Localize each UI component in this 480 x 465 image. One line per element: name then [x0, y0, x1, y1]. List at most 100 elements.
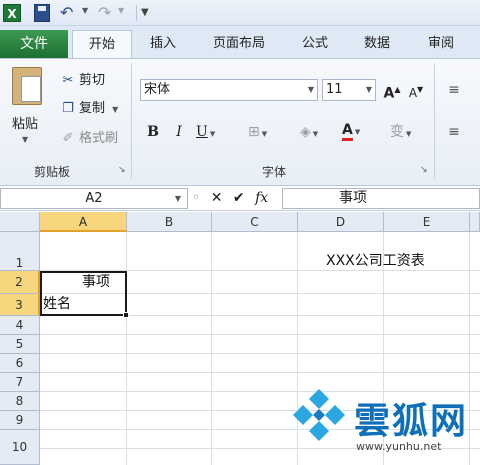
name-box[interactable]: A2 ▼ [0, 188, 188, 209]
undo-dropdown-icon[interactable]: ▼ [82, 6, 88, 15]
paste-icon[interactable] [12, 67, 42, 105]
tab-page-layout[interactable]: 页面布局 [200, 30, 278, 58]
format-painter-button[interactable]: ✐ 格式刷 [60, 129, 118, 149]
brush-icon: ✐ [62, 131, 74, 146]
grow-font-button[interactable]: A▲ [382, 79, 402, 102]
underline-icon: U [196, 124, 208, 140]
expand-icon[interactable]: ◦ [192, 188, 200, 209]
cancel-icon[interactable]: ✕ [211, 188, 223, 209]
qat-separator [136, 5, 137, 21]
gridline [40, 334, 480, 335]
phonetic-icon: 变 [390, 124, 404, 140]
copy-icon: ❐ [62, 101, 74, 116]
redo-dropdown-icon[interactable]: ▼ [118, 6, 124, 15]
row-header-5[interactable]: 5 [0, 335, 40, 354]
font-launcher-icon[interactable]: ↘ [420, 165, 428, 175]
formula-bar-buttons: ◦ ✕ ✔ fx [192, 188, 274, 209]
scissors-icon: ✂ [62, 73, 74, 88]
row-header-3[interactable]: 3 [0, 294, 40, 316]
tab-file[interactable]: 文件 [0, 30, 68, 58]
row-header-9[interactable]: 9 [0, 411, 40, 430]
font-group-label: 字体 [262, 165, 287, 179]
quick-access-toolbar: X ↶ ▼ ↷ ▼ ▼ [0, 0, 480, 26]
borders-icon: ⊞ [248, 124, 260, 140]
font-name-select[interactable]: 宋体 ▼ [140, 79, 318, 101]
column-header-d[interactable]: D [298, 212, 384, 232]
italic-button[interactable]: I [170, 121, 188, 143]
cut-label: 剪切 [79, 73, 106, 88]
font-name-value: 宋体 [144, 82, 171, 97]
undo-icon[interactable]: ↶ [60, 4, 78, 22]
font-size-value: 11 [326, 82, 343, 97]
font-color-dropdown-icon[interactable]: ▼ [355, 128, 360, 136]
column-header-a[interactable]: A [40, 212, 127, 232]
redo-icon[interactable]: ↷ [98, 4, 116, 22]
column-header-e[interactable]: E [384, 212, 470, 232]
row-header-2[interactable]: 2 [0, 271, 40, 294]
borders-button[interactable]: ⊞ ▼ [248, 121, 284, 143]
row-header-1[interactable]: 1 [0, 232, 40, 271]
formula-input[interactable]: 事项 [282, 188, 480, 209]
tab-insert[interactable]: 插入 [136, 30, 190, 58]
copy-button[interactable]: ❐ 复制 ▼ [60, 99, 118, 119]
align-left-icon[interactable]: ≡ [444, 121, 464, 143]
cell-d1[interactable]: XXX公司工资表 [326, 252, 425, 271]
shrink-font-button[interactable]: A▼ [406, 79, 426, 101]
gridline [469, 232, 470, 465]
grow-font-icon: A [383, 85, 395, 102]
insert-function-icon[interactable]: fx [255, 188, 268, 209]
cut-button[interactable]: ✂ 剪切 [60, 71, 105, 91]
shrink-font-icon: A [408, 86, 418, 100]
phonetic-dropdown-icon[interactable]: ▼ [406, 130, 411, 138]
row-header-4[interactable]: 4 [0, 316, 40, 335]
enter-icon[interactable]: ✔ [233, 188, 245, 209]
row-header-8[interactable]: 8 [0, 392, 40, 411]
align-top-icon[interactable]: ≡ [444, 79, 464, 101]
tab-review[interactable]: 审阅 [414, 30, 468, 58]
phonetic-button[interactable]: 变 ▼ [390, 121, 426, 143]
clipboard-group-label: 剪贴板 [34, 165, 71, 179]
tab-home[interactable]: 开始 [72, 30, 132, 58]
paint-bucket-icon: ◈ [300, 124, 311, 140]
borders-dropdown-icon[interactable]: ▼ [262, 130, 267, 138]
group-divider [434, 63, 435, 179]
font-size-dropdown-icon[interactable]: ▼ [366, 80, 372, 100]
font-color-icon: A [342, 122, 353, 141]
bold-button[interactable]: B [144, 121, 162, 143]
customize-qat-icon[interactable]: ▼ [141, 4, 151, 22]
tab-data[interactable]: 数据 [350, 30, 404, 58]
row-header-10[interactable]: 10 [0, 430, 40, 465]
underline-dropdown-icon[interactable]: ▼ [210, 130, 215, 138]
gridline [40, 353, 480, 354]
column-header-b[interactable]: B [127, 212, 212, 232]
copy-dropdown-icon[interactable]: ▼ [112, 105, 118, 114]
gridline [211, 232, 212, 465]
tab-formulas[interactable]: 公式 [288, 30, 342, 58]
gridline [126, 232, 127, 465]
select-all-corner[interactable] [0, 212, 40, 232]
row-header-7[interactable]: 7 [0, 373, 40, 392]
copy-label: 复制 [79, 101, 106, 116]
paste-button-label[interactable]: 粘贴 [12, 113, 38, 132]
column-header-c[interactable]: C [212, 212, 298, 232]
clipboard-launcher-icon[interactable]: ↘ [118, 165, 126, 175]
name-box-value: A2 [85, 191, 103, 206]
watermark-url: www.yunhu.net [356, 440, 442, 453]
column-header-f[interactable] [470, 212, 480, 232]
formula-bar: A2 ▼ ◦ ✕ ✔ fx 事项 [0, 187, 480, 211]
paste-dropdown-icon[interactable]: ▼ [22, 135, 28, 144]
font-name-dropdown-icon[interactable]: ▼ [308, 80, 314, 100]
fill-color-button[interactable]: ◈ ▼ [300, 121, 338, 143]
fill-handle[interactable] [123, 312, 129, 318]
gridline [40, 372, 480, 373]
selection-box [40, 271, 127, 316]
font-color-button[interactable]: A ▼ [342, 119, 380, 141]
fill-color-dropdown-icon[interactable]: ▼ [313, 130, 318, 138]
row-header-6[interactable]: 6 [0, 354, 40, 373]
underline-button[interactable]: U ▼ [196, 121, 232, 143]
excel-logo-icon[interactable]: X [3, 4, 21, 22]
watermark-title: 雲狐网 [354, 400, 469, 442]
font-size-select[interactable]: 11 ▼ [322, 79, 376, 101]
save-icon[interactable] [34, 4, 50, 22]
name-box-dropdown-icon[interactable]: ▼ [175, 189, 181, 208]
